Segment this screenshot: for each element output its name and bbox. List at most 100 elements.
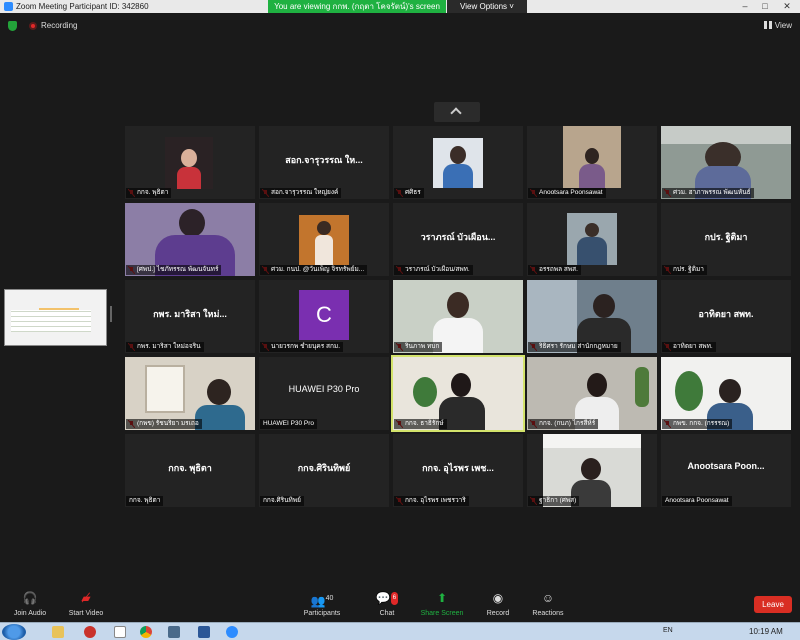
participants-button[interactable]: 👥40 Participants <box>292 592 352 618</box>
participants-icon: 👥40 <box>310 594 334 608</box>
participant-video <box>567 213 617 265</box>
maximize-icon[interactable]: □ <box>756 1 774 12</box>
participant-tile[interactable]: กกจ. อุไรพร เพช... กกจ. อุไรพร เพชรวาริ <box>393 434 523 507</box>
view-options-button[interactable]: View Options ˅ <box>447 0 527 13</box>
leave-button[interactable]: Leave <box>754 596 792 613</box>
share-screen-label: Share Screen <box>420 610 464 617</box>
share-screen-icon: ⬆ <box>436 591 448 605</box>
reactions-label: Reactions <box>532 610 564 617</box>
participant-name: กกจ.ศิรินทิพย์ <box>260 496 304 506</box>
chat-icon: 💬 6 <box>375 591 399 605</box>
participant-video <box>165 137 213 189</box>
participant-display-name: กกจ. พุธิตา <box>168 463 212 473</box>
participant-name: กพร. มาริสา ใหม่อจริน <box>126 342 204 352</box>
folder-icon[interactable] <box>52 626 64 638</box>
participant-name: รินภาพ ทบก <box>394 342 443 352</box>
chevron-up-icon <box>450 107 462 119</box>
participant-name: วราภรณ์ บัวเผือน/สพท. <box>394 265 473 275</box>
participant-tile[interactable]: Anootsara Poon... Anootsara Poonsawat <box>661 434 791 507</box>
participant-tile[interactable]: อรรถพล สพส. <box>527 203 657 276</box>
participant-display-name: Anootsara Poon... <box>687 461 765 471</box>
participant-tile[interactable]: ศวม. ฮาภาพรรณ พัฒนหันธ์ <box>661 126 791 199</box>
app-icon[interactable] <box>84 626 96 638</box>
reactions-button[interactable]: ☺ Reactions <box>518 591 578 618</box>
participant-display-name: สอก.จารุวรรณ ให... <box>285 155 363 165</box>
shield-icon[interactable] <box>8 21 17 31</box>
participant-name: Anootsara Poonsawat <box>662 496 732 506</box>
participant-tile[interactable]: (กพข) รัชนริยา มรเถอ <box>125 357 255 430</box>
participant-display-name: อาทิตยา สพท. <box>698 309 754 319</box>
gallery-grid: กกจ. พุธิตา สอก.จารุวรรณ ให... สอก.จารุว… <box>125 126 791 508</box>
spreadsheet-preview <box>11 310 91 332</box>
reactions-icon: ☺ <box>541 591 555 605</box>
participant-display-name: HUAWEI P30 Pro <box>288 384 360 394</box>
join-audio-label: Join Audio <box>13 610 47 617</box>
participant-tile[interactable]: ศวม. กนป. @วันเพ็ญ จิรทรัพย์ม... <box>259 203 389 276</box>
participant-tile[interactable]: กกจ. พุธิตา <box>125 126 255 199</box>
participant-display-name: กปร. ฐิติมา <box>704 232 748 242</box>
participant-tile[interactable]: C นายวรกพ ชำยนุคร สกม. <box>259 280 389 353</box>
active-speaker-tile[interactable]: กกจ. ธาธิรักษ์ <box>391 355 525 432</box>
video-off-icon: ▰̸ <box>81 591 91 605</box>
participant-name: (กพข) รัชนริยา มรเถอ <box>126 419 202 429</box>
participant-name: อรรถพล สพส. <box>528 265 581 275</box>
shared-screen-thumbnail[interactable] <box>4 289 107 346</box>
participant-tile[interactable]: รินภาพ ทบก <box>393 280 523 353</box>
document-icon[interactable] <box>114 626 126 638</box>
meeting-toolbar: 🎧 Join Audio ▰̸ Start Video 👥40 Particip… <box>0 588 800 622</box>
recording-icon <box>29 22 37 30</box>
clock[interactable]: 10:19 AM <box>749 627 783 636</box>
participant-video <box>299 215 349 265</box>
participant-name: [ศพป.] ไชภัทรรณ พัฒนจันทร์ <box>126 265 222 275</box>
participant-tile[interactable]: กพข. กกจ. (กรรรณ) <box>661 357 791 430</box>
view-label: View <box>774 21 792 30</box>
window-title: Zoom Meeting Participant ID: 342860 <box>16 2 149 11</box>
participant-name: ฐาธิกา (ศพส) <box>528 496 580 506</box>
participant-name: กกจ. (กบภ) ไกรสีห์ร์ <box>528 419 599 429</box>
panel-splitter[interactable] <box>110 306 112 322</box>
participant-tile[interactable]: อาทิตยา สพท. อาทิตยา สพท. <box>661 280 791 353</box>
share-screen-button[interactable]: ⬆ Share Screen <box>412 591 472 618</box>
headphones-icon: 🎧 <box>22 591 38 605</box>
participant-display-name: วราภรณ์ บัวเผือน... <box>420 232 496 242</box>
participant-tile[interactable]: [ศพป.] ไชภัทรรณ พัฒนจันทร์ <box>125 203 255 276</box>
start-button[interactable] <box>2 624 26 640</box>
zoom-taskbar-icon[interactable] <box>226 626 238 638</box>
participant-tile[interactable]: กพร. มาริสา ใหม่... กพร. มาริสา ใหม่อจริ… <box>125 280 255 353</box>
chat-button[interactable]: 💬 6 Chat <box>357 592 417 617</box>
view-button[interactable]: View <box>763 21 792 30</box>
participant-tile[interactable]: Anootsara Poonsawat <box>527 126 657 199</box>
participant-name: ศศิธร <box>394 188 424 198</box>
participant-display-name: กพร. มาริสา ใหม่... <box>153 309 227 319</box>
participant-name: Anootsara Poonsawat <box>528 188 606 198</box>
start-video-button[interactable]: ▰̸ Start Video <box>56 591 116 618</box>
participant-tile[interactable]: วราภรณ์ บัวเผือน... วราภรณ์ บัวเผือน/สพท… <box>393 203 523 276</box>
participant-tile[interactable]: ริธิศรา รักษม ส่านักกฎหมาย <box>527 280 657 353</box>
collapse-gallery-button[interactable] <box>434 102 480 122</box>
participant-tile[interactable]: กกจ. พุธิตา กกจ. พุธิตา <box>125 434 255 507</box>
participant-name: กปร. ฐิติมา <box>662 265 707 275</box>
join-audio-button[interactable]: 🎧 Join Audio <box>0 591 60 618</box>
os-taskbar: EN 10:19 AM <box>0 622 800 640</box>
participant-tile[interactable]: กกจ. (กบภ) ไกรสีห์ร์ <box>527 357 657 430</box>
participant-tile[interactable]: ฐาธิกา (ศพส) <box>527 434 657 507</box>
start-video-label: Start Video <box>68 610 104 617</box>
minimize-icon[interactable]: – <box>736 1 754 12</box>
close-icon[interactable]: ✕ <box>778 1 796 12</box>
participant-tile[interactable]: ศศิธร <box>393 126 523 199</box>
language-indicator[interactable]: EN <box>663 627 673 634</box>
screen-share-banner: You are viewing กกพ. (กฤตา โคจรัตน์)'s s… <box>268 0 446 13</box>
zoom-app-icon <box>4 2 13 11</box>
chrome-icon[interactable] <box>140 626 152 638</box>
app-icon[interactable] <box>168 626 180 638</box>
word-icon[interactable] <box>198 626 210 638</box>
participant-name: กกจ. พุธิตา <box>126 188 172 198</box>
chat-label: Chat <box>379 610 395 617</box>
participant-name: สอก.จารุวรรณ ใหญ่ยงค์ <box>260 188 342 198</box>
participant-display-name: กกจ.ศิรินทิพย์ <box>297 463 351 473</box>
participant-tile[interactable]: HUAWEI P30 Pro HUAWEI P30 Pro <box>259 357 389 430</box>
participant-tile[interactable]: กปร. ฐิติมา กปร. ฐิติมา <box>661 203 791 276</box>
participant-name: กกจ. พุธิตา <box>126 496 164 506</box>
participant-tile[interactable]: กกจ.ศิรินทิพย์ กกจ.ศิรินทิพย์ <box>259 434 389 507</box>
participant-tile[interactable]: สอก.จารุวรรณ ให... สอก.จารุวรรณ ใหญ่ยงค์ <box>259 126 389 199</box>
